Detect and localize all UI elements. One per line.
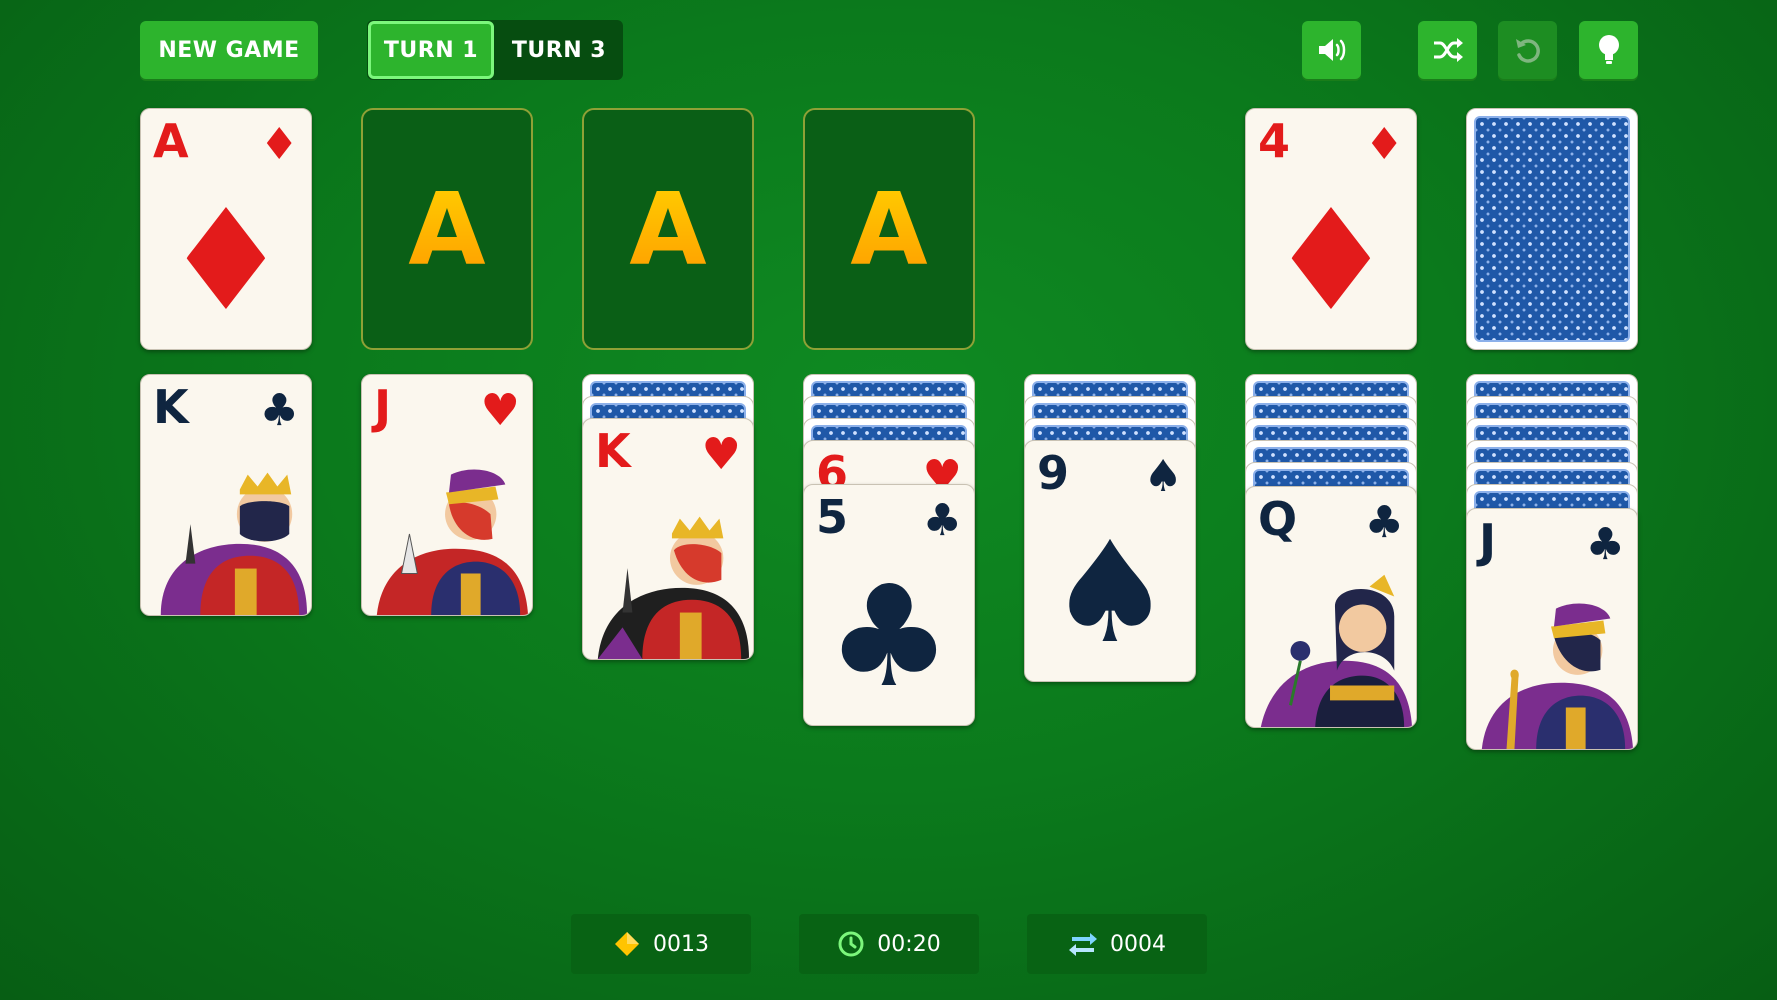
timer-display: 00:20	[799, 914, 979, 974]
club-icon: ♣	[922, 495, 962, 546]
heart-icon: ♥	[480, 385, 520, 436]
turn-3-button[interactable]: TURN 3	[496, 21, 622, 79]
club-icon: ♣	[1585, 519, 1625, 570]
tableau-7-card[interactable]: J ♣	[1466, 508, 1638, 750]
timer-value: 00:20	[877, 931, 941, 957]
lightbulb-icon	[1598, 35, 1619, 64]
foundation-2-slot[interactable]: A	[361, 108, 533, 350]
tableau-1-card[interactable]: K ♣	[140, 374, 312, 616]
card-rank: 9	[1037, 446, 1070, 500]
diamond-gem-icon	[615, 932, 639, 956]
king-face-icon	[160, 472, 308, 615]
tableau-3-card[interactable]: K ♥	[582, 418, 754, 660]
card-rank: 5	[816, 490, 849, 544]
queen-face-icon	[1260, 574, 1413, 727]
club-icon: ♣	[826, 556, 952, 719]
slot-placeholder-label: A	[629, 170, 707, 288]
diamond-icon: ♦	[1364, 119, 1404, 170]
club-icon: ♣	[1364, 497, 1404, 548]
slot-placeholder-label: A	[408, 170, 486, 288]
slot-placeholder-label: A	[850, 170, 928, 288]
foundation-1-card[interactable]: A ♦ ♦	[140, 108, 312, 350]
hint-button[interactable]	[1579, 21, 1638, 79]
undo-button[interactable]	[1498, 21, 1557, 79]
undo-icon	[1515, 39, 1540, 63]
tableau-2-card[interactable]: J ♥	[361, 374, 533, 616]
card-rank: 4	[1258, 114, 1291, 168]
swap-arrows-icon	[1069, 933, 1097, 956]
card-back-pattern	[1474, 116, 1630, 342]
tableau-5-card[interactable]: 9 ♠ ♠	[1024, 440, 1196, 682]
new-game-button[interactable]: NEW GAME	[140, 21, 318, 79]
waste-card[interactable]: 4 ♦ ♦	[1245, 108, 1417, 350]
shuffle-button[interactable]	[1418, 21, 1477, 79]
foundation-4-slot[interactable]: A	[803, 108, 975, 350]
card-rank: K	[153, 380, 189, 434]
diamond-icon: ♦	[1268, 180, 1394, 343]
clock-icon	[838, 931, 864, 957]
stock-pile[interactable]	[1466, 108, 1638, 350]
sound-button[interactable]	[1302, 21, 1361, 79]
diamond-icon: ♦	[163, 180, 289, 343]
diamond-icon: ♦	[259, 119, 299, 170]
score-value: 0013	[653, 931, 709, 957]
moves-display: 0004	[1027, 914, 1207, 974]
card-rank: J	[1479, 514, 1497, 568]
shuffle-icon	[1433, 38, 1463, 62]
heart-icon: ♥	[701, 429, 741, 480]
card-rank: Q	[1258, 492, 1298, 546]
score-display: 0013	[571, 914, 751, 974]
spade-icon: ♠	[1143, 451, 1183, 502]
card-rank: A	[153, 114, 189, 168]
spade-icon: ♠	[1047, 512, 1173, 675]
turn-1-button[interactable]: TURN 1	[368, 21, 494, 79]
jack-face-icon	[376, 469, 529, 615]
speaker-icon	[1318, 39, 1345, 61]
club-icon: ♣	[259, 385, 299, 436]
jack-face-icon	[1481, 603, 1634, 749]
card-rank: K	[595, 424, 631, 478]
foundation-3-slot[interactable]: A	[582, 108, 754, 350]
tableau-4-card-2[interactable]: 5 ♣ ♣	[803, 484, 975, 726]
moves-value: 0004	[1110, 931, 1166, 957]
card-rank: J	[374, 380, 392, 434]
tableau-6-card[interactable]: Q ♣	[1245, 486, 1417, 728]
king-face-icon	[597, 516, 750, 659]
